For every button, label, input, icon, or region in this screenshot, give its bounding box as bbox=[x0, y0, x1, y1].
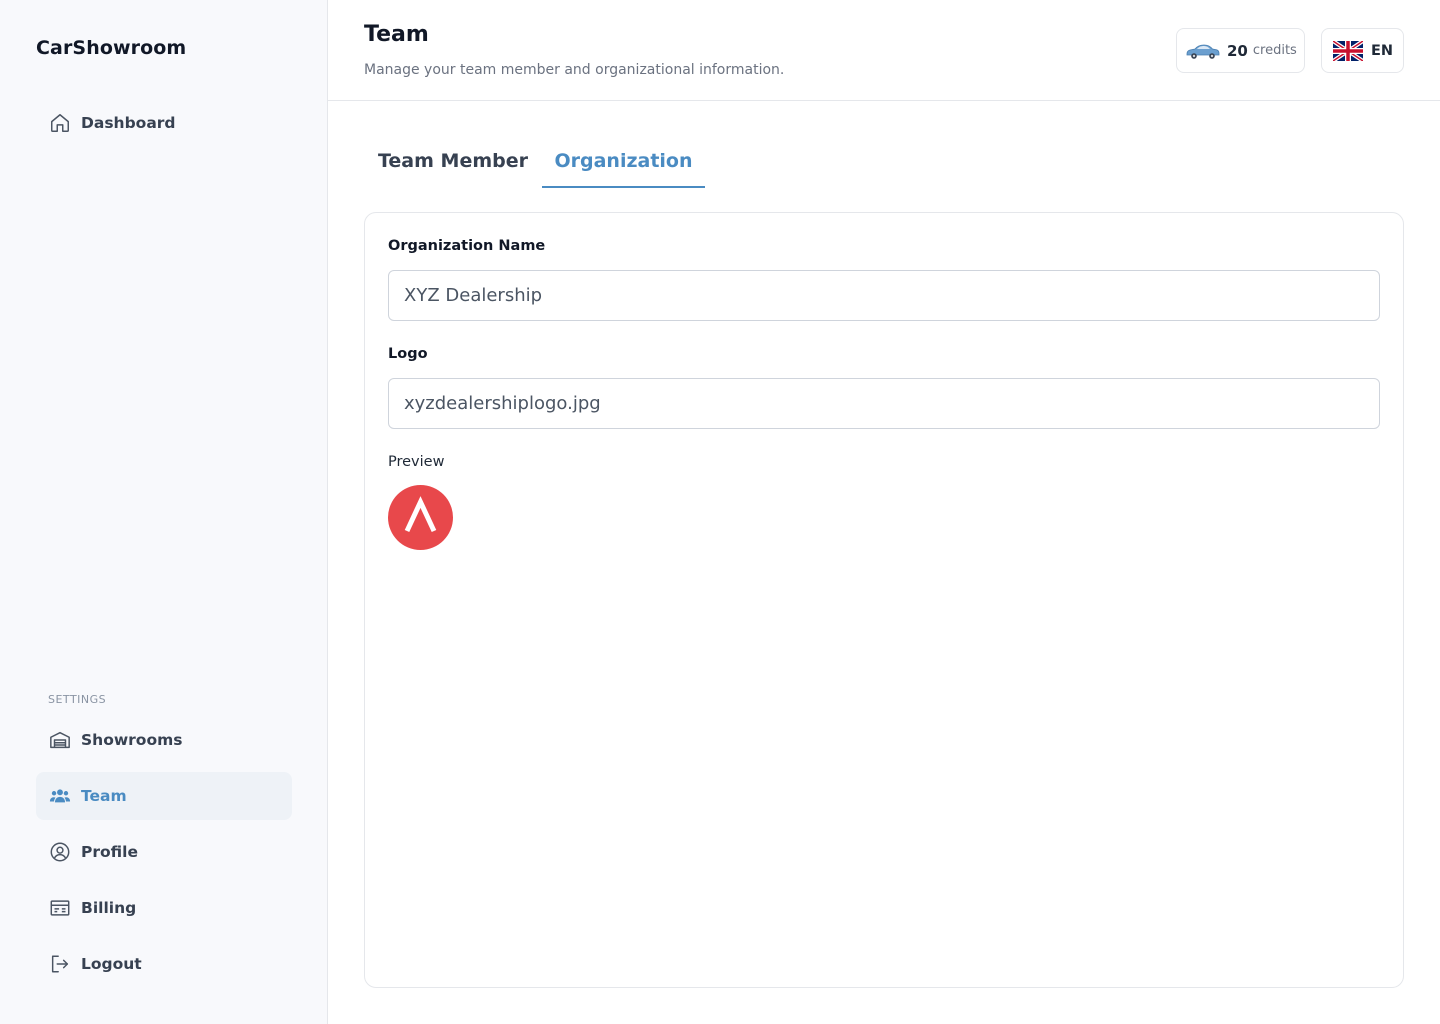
uk-flag-icon bbox=[1333, 40, 1363, 61]
page-header: Team Manage your team member and organiz… bbox=[328, 0, 1440, 101]
sidebar-item-label: Profile bbox=[81, 843, 138, 861]
language-selector[interactable]: EN bbox=[1321, 28, 1404, 73]
sidebar-item-dashboard[interactable]: Dashboard bbox=[36, 99, 292, 147]
logout-icon bbox=[49, 953, 71, 975]
brand-logo-text[interactable]: CarShowroom bbox=[36, 37, 186, 59]
sidebar-item-label: Showrooms bbox=[81, 731, 183, 749]
credits-count: 20 bbox=[1227, 41, 1248, 60]
logo-preview-image bbox=[388, 485, 453, 550]
sidebar-item-logout[interactable]: Logout bbox=[36, 940, 292, 988]
sidebar-item-profile[interactable]: Profile bbox=[36, 828, 292, 876]
page-subtitle: Manage your team member and organization… bbox=[364, 62, 785, 78]
sidebar-item-billing[interactable]: Billing bbox=[36, 884, 292, 932]
settings-section-label: SETTINGS bbox=[48, 693, 107, 706]
sidebar-item-label: Dashboard bbox=[81, 114, 176, 132]
language-label: EN bbox=[1371, 42, 1394, 59]
team-icon bbox=[49, 785, 71, 807]
sidebar-item-showrooms[interactable]: Showrooms bbox=[36, 716, 292, 764]
tab-team-member[interactable]: Team Member bbox=[364, 140, 542, 188]
showroom-icon bbox=[49, 729, 71, 751]
car-icon bbox=[1185, 42, 1221, 60]
credits-button[interactable]: 20 credits bbox=[1176, 28, 1305, 73]
logo-label: Logo bbox=[388, 346, 428, 362]
sidebar-item-label: Logout bbox=[81, 955, 142, 973]
credits-label: credits bbox=[1252, 43, 1297, 58]
home-icon bbox=[49, 112, 71, 134]
page-title: Team bbox=[364, 22, 429, 47]
tab-organization[interactable]: Organization bbox=[542, 140, 705, 188]
profile-icon bbox=[49, 841, 71, 863]
organization-name-input[interactable] bbox=[388, 270, 1380, 321]
sidebar-item-label: Billing bbox=[81, 899, 137, 917]
billing-icon bbox=[49, 897, 71, 919]
sidebar-item-team[interactable]: Team bbox=[36, 772, 292, 820]
organization-name-label: Organization Name bbox=[388, 238, 546, 254]
preview-label: Preview bbox=[388, 454, 445, 470]
logo-input[interactable] bbox=[388, 378, 1380, 429]
organization-card: Organization Name Logo Preview bbox=[364, 212, 1404, 988]
caret-logo-icon bbox=[404, 496, 437, 533]
sidebar-item-label: Team bbox=[81, 787, 127, 805]
sidebar: CarShowroom Dashboard SETTINGS Showrooms bbox=[0, 0, 328, 1024]
